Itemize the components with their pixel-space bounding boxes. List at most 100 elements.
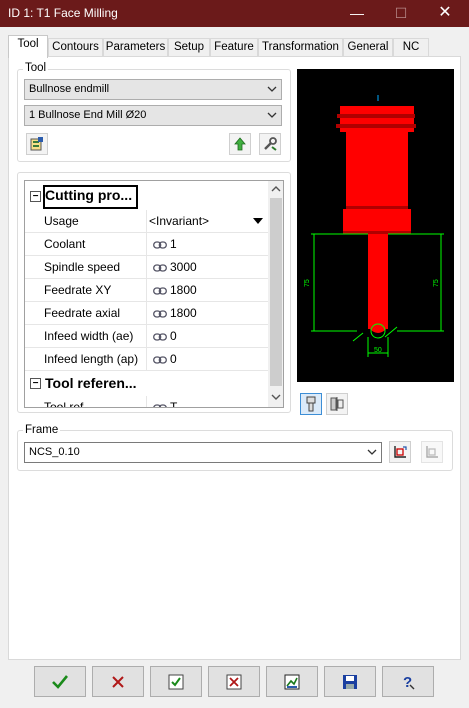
link-icon — [153, 404, 167, 407]
x-icon — [112, 675, 124, 688]
scroll-down-icon[interactable] — [271, 394, 281, 400]
help-icon: ? — [403, 674, 415, 691]
prop-value: 1800 — [170, 283, 197, 297]
title-bar: ID 1: T1 Face Milling — ☐ ✕ — [0, 0, 469, 27]
save-button[interactable] — [324, 666, 376, 697]
prop-value-cell[interactable]: 1800 — [149, 279, 267, 301]
prop-value-cell[interactable]: 1 — [149, 233, 267, 255]
prop-name: Coolant — [25, 233, 147, 255]
prop-value: 1 — [170, 237, 177, 251]
category-label: Cutting pro... — [42, 185, 139, 209]
svg-text:?: ? — [403, 674, 412, 691]
prop-name: Tool ref — [25, 396, 147, 407]
usage-select[interactable]: <Invariant> — [149, 210, 267, 232]
frame-select[interactable]: NCS_0.10 — [24, 442, 382, 463]
tool-preview: 75 75 50 — [297, 69, 454, 382]
tool-select[interactable]: 1 Bullnose End Mill Ø20 — [24, 105, 282, 126]
prop-name: Feedrate XY — [25, 279, 147, 301]
arrow-up-icon — [234, 137, 246, 151]
prop-name: Usage — [25, 210, 147, 232]
prop-row-feedrate-xy[interactable]: Feedrate XY 1800 — [25, 279, 268, 302]
prop-value-cell[interactable]: 3000 — [149, 256, 267, 278]
chevron-down-icon — [366, 443, 378, 462]
tool-type-select[interactable]: Bullnose endmill — [24, 79, 282, 100]
link-icon — [153, 333, 167, 341]
prop-value-cell[interactable]: 1800 — [149, 302, 267, 324]
dim-right-label: 75 — [433, 279, 440, 287]
link-icon — [153, 356, 167, 364]
tool-edit-button[interactable] — [259, 133, 281, 155]
minimize-button[interactable]: — — [337, 0, 377, 27]
tab-feature[interactable]: Feature — [210, 38, 258, 57]
frame-edit-button[interactable] — [389, 441, 411, 463]
close-button[interactable]: ✕ — [425, 0, 465, 27]
chevron-down-icon — [266, 80, 278, 99]
prop-value: <Invariant> — [149, 214, 210, 228]
tab-setup[interactable]: Setup — [168, 38, 210, 57]
scrollbar-thumb[interactable] — [270, 198, 282, 386]
prop-row-infeed-width[interactable]: Infeed width (ae) 0 — [25, 325, 268, 348]
dim-bottom-label: 50 — [374, 347, 382, 354]
tool-up-button[interactable] — [229, 133, 251, 155]
frame-reset-button[interactable] — [421, 441, 443, 463]
category-label: Tool referen... — [45, 375, 137, 391]
view-holder-button[interactable] — [326, 393, 348, 415]
property-grid-scrollbar[interactable] — [268, 181, 283, 407]
tab-contours[interactable]: Contours — [48, 38, 103, 57]
prop-row-coolant[interactable]: Coolant 1 — [25, 233, 268, 256]
holder-view-icon — [330, 397, 344, 411]
category-cutting-params[interactable]: − Cutting pro... — [25, 185, 268, 209]
tool-type-value: Bullnose endmill — [29, 83, 110, 95]
frame-group-label: Frame — [23, 424, 61, 437]
prop-name: Spindle speed — [25, 256, 147, 278]
view-tool-button[interactable] — [300, 393, 322, 415]
tool-select-value: 1 Bullnose End Mill Ø20 — [29, 109, 147, 121]
tab-transformation[interactable]: Transformation — [258, 38, 343, 57]
tab-tool[interactable]: Tool — [8, 35, 48, 58]
prop-value: T — [170, 400, 178, 408]
discard-x-icon — [226, 674, 242, 689]
prop-row-infeed-length[interactable]: Infeed length (ap) 0 — [25, 348, 268, 371]
prop-value-cell[interactable]: 0 — [149, 325, 267, 347]
link-icon — [153, 241, 167, 249]
tab-nc[interactable]: NC — [393, 38, 429, 57]
prop-value-cell[interactable]: 0 — [149, 348, 267, 370]
frame-select-value: NCS_0.10 — [29, 446, 80, 458]
apply-button[interactable] — [150, 666, 202, 697]
prop-row-spindle-speed[interactable]: Spindle speed 3000 — [25, 256, 268, 279]
simulation-icon — [284, 674, 300, 689]
prop-name: Infeed width (ae) — [25, 325, 147, 347]
tab-parameters[interactable]: Parameters — [103, 38, 168, 57]
tool-database-icon — [30, 137, 43, 151]
prop-value-cell[interactable]: T — [149, 396, 267, 408]
prop-row-feedrate-axial[interactable]: Feedrate axial 1800 — [25, 302, 268, 325]
tool-view-icon — [306, 396, 316, 412]
category-tool-reference[interactable]: − Tool referen... — [25, 372, 268, 396]
tool-database-button[interactable] — [26, 133, 48, 155]
link-icon — [153, 310, 167, 318]
cancel-button[interactable] — [92, 666, 144, 697]
collapse-icon[interactable]: − — [30, 378, 41, 389]
tab-general[interactable]: General — [343, 38, 393, 57]
link-icon — [153, 287, 167, 295]
window-title: ID 1: T1 Face Milling — [8, 6, 118, 20]
ok-button[interactable] — [34, 666, 86, 697]
prop-value: 0 — [170, 352, 177, 366]
frame-axes-icon — [394, 446, 407, 458]
prop-row-tool-ref[interactable]: Tool ref T — [25, 396, 268, 408]
prop-name: Feedrate axial — [25, 302, 147, 324]
maximize-button[interactable]: ☐ — [381, 0, 421, 27]
prop-row-usage[interactable]: Usage <Invariant> — [25, 210, 268, 233]
tool-preview-drawing: 75 75 50 — [304, 95, 444, 357]
link-icon — [153, 264, 167, 272]
prop-value: 0 — [170, 329, 177, 343]
collapse-icon[interactable]: − — [30, 191, 41, 202]
tool-group-label: Tool — [23, 62, 49, 75]
discard-button[interactable] — [208, 666, 260, 697]
frame-axes-disabled-icon — [426, 446, 438, 458]
help-button[interactable]: ? — [382, 666, 434, 697]
scroll-up-icon[interactable] — [271, 186, 281, 192]
prop-name: Infeed length (ap) — [25, 348, 147, 370]
prop-value: 3000 — [170, 260, 197, 274]
simulate-button[interactable] — [266, 666, 318, 697]
